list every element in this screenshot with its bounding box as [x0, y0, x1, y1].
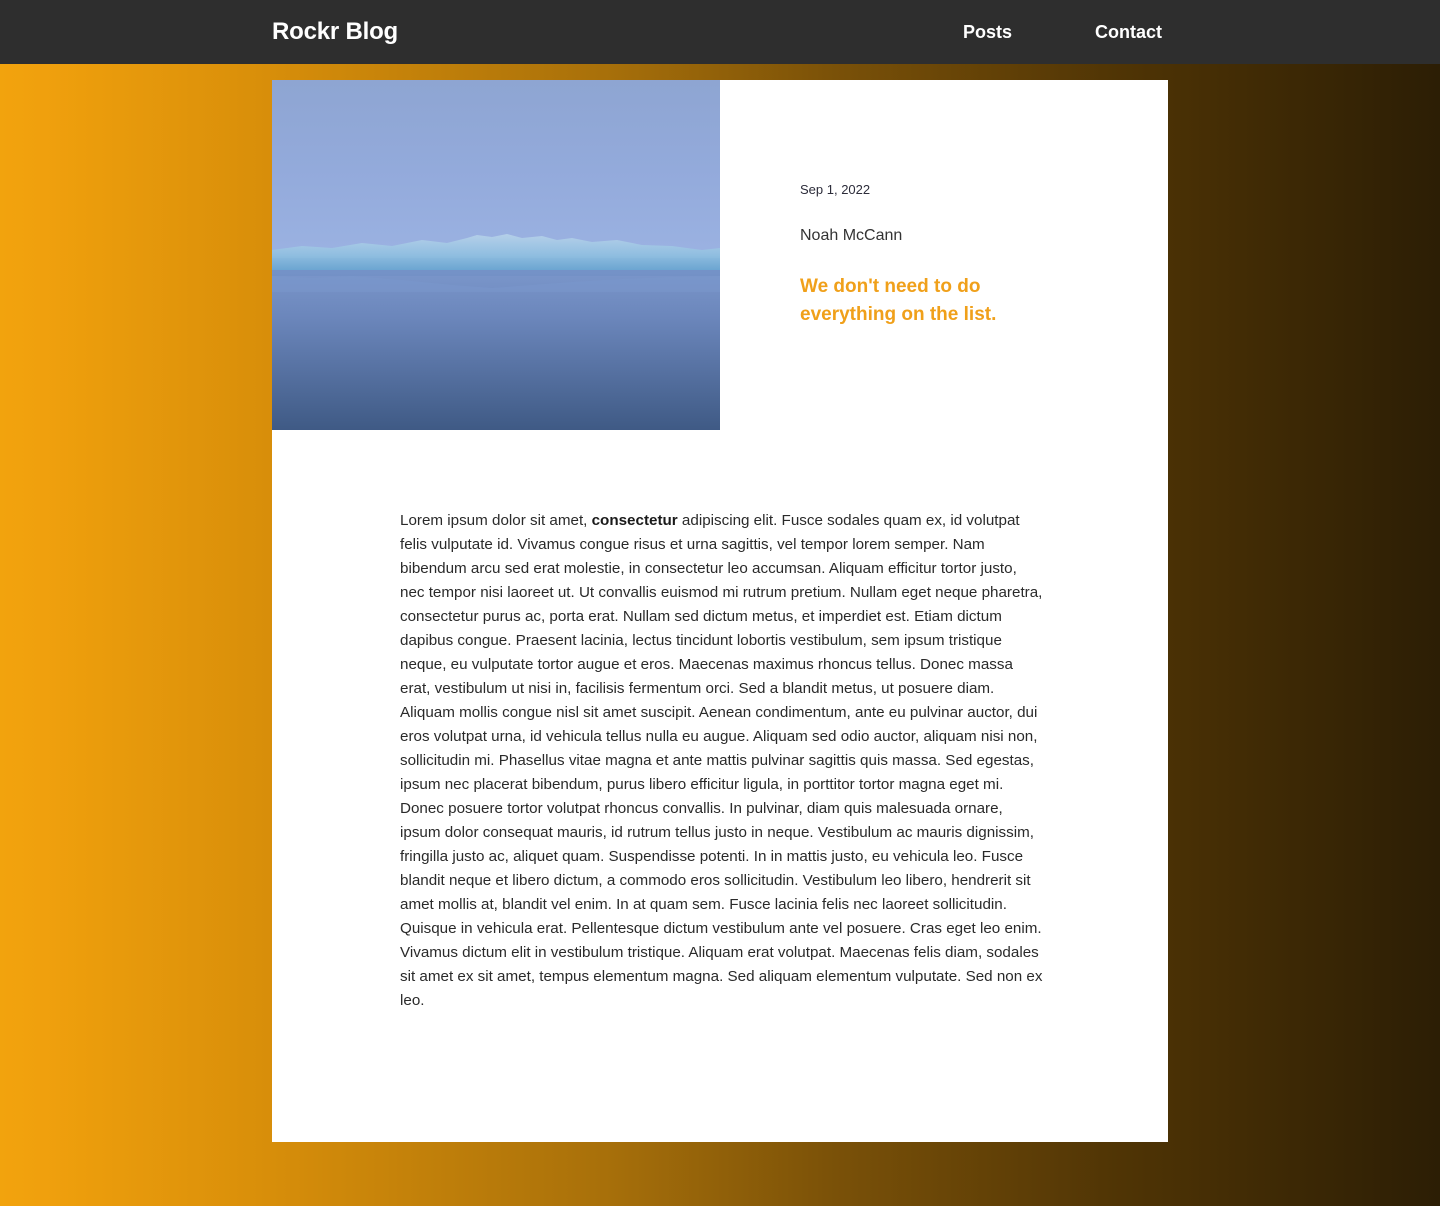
- post-card: Sep 1, 2022 Noah McCann We don't need to…: [272, 80, 1168, 1142]
- nav-link-contact[interactable]: Contact: [1095, 20, 1162, 44]
- post-author: Noah McCann: [800, 227, 903, 244]
- post-title: We don't need to do everything on the li…: [800, 276, 997, 325]
- post-body: Lorem ipsum dolor sit amet, consectetur …: [400, 509, 1044, 1013]
- post-body-rest: adipiscing elit. Fusce sodales quam ex, …: [400, 512, 1043, 1009]
- brand-logo-link[interactable]: Rockr Blog: [272, 16, 398, 48]
- nav-link-posts[interactable]: Posts: [963, 20, 1012, 44]
- post-body-bold: consectetur: [591, 512, 678, 529]
- top-navbar: Rockr Blog Posts Contact: [0, 0, 1440, 64]
- post-date: Sep 1, 2022: [800, 182, 871, 197]
- post-body-intro: Lorem ipsum dolor sit amet,: [400, 512, 592, 529]
- post-hero-image: [272, 80, 720, 430]
